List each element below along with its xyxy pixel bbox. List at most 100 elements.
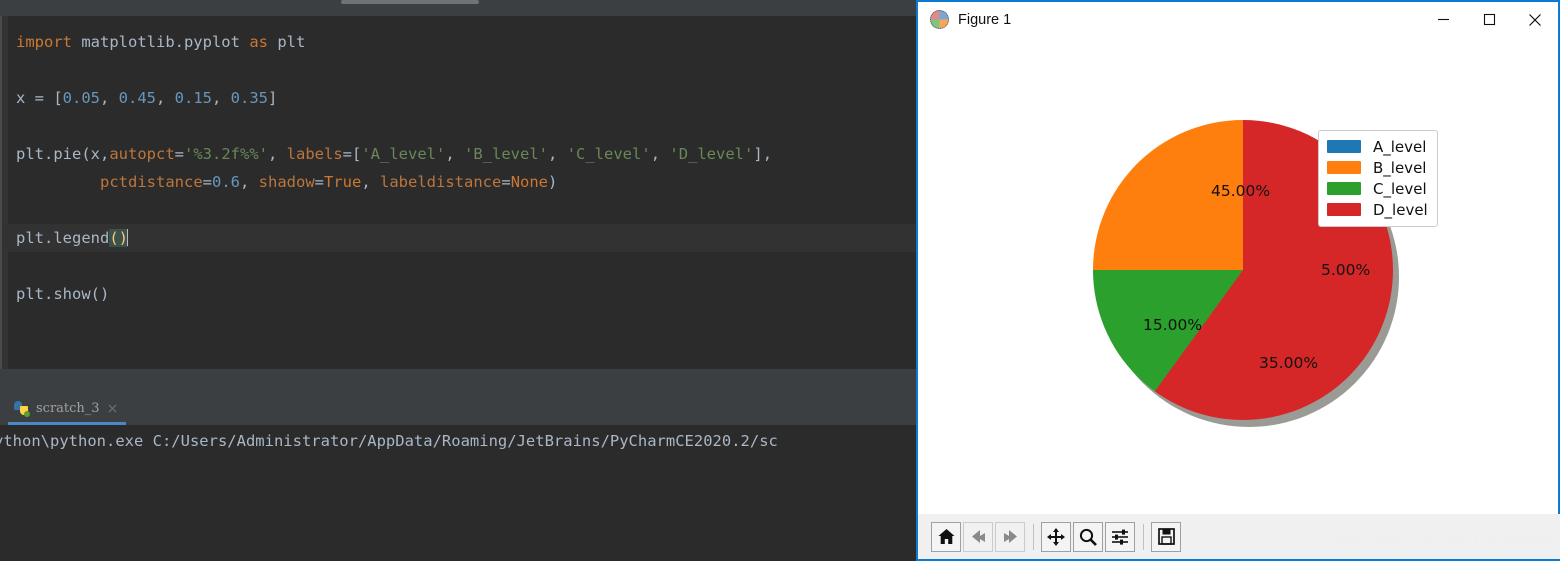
pycharm-ide-panel: import matplotlib.pyplot as plt x = [0.0… <box>0 0 918 561</box>
figure-canvas[interactable]: 5.00% 45.00% 15.00% 35.00% A_level B_level C_… <box>918 37 1558 514</box>
code-token: 'C_level' <box>566 145 651 163</box>
run-tab-label: scratch_3 <box>36 401 100 416</box>
code-token: ) <box>548 173 558 191</box>
code-line: plt.legend() <box>2 224 918 252</box>
code-token: 0.15 <box>174 89 212 107</box>
code-token: , <box>212 89 231 107</box>
code-token: 'A_level' <box>361 145 446 163</box>
code-token: labels <box>286 145 343 163</box>
code-token: 0.6 <box>212 173 240 191</box>
editor-gutter <box>2 16 8 369</box>
code-token: x = [ <box>16 89 63 107</box>
legend-entry: A_level <box>1327 136 1428 157</box>
code-token: , <box>445 145 465 163</box>
run-tab-scratch_3[interactable]: scratch_3 × <box>8 395 127 425</box>
code-token: 0.45 <box>118 89 156 107</box>
screen: import matplotlib.pyplot as plt x = [0.0… <box>0 0 1560 561</box>
code-token: =[ <box>342 145 362 163</box>
code-token: autopct <box>109 145 175 163</box>
legend-color-swatch <box>1327 182 1361 195</box>
pan-icon[interactable] <box>1041 521 1071 552</box>
back-arrow-icon[interactable] <box>963 521 993 552</box>
code-token: import <box>16 33 82 51</box>
run-console[interactable]: ython\python.exe C:/Users/Administrator/… <box>0 425 916 561</box>
tool-window-spacer <box>0 369 916 395</box>
code-line: plt.pie(x,autopct='%3.2f%%', labels=['A_… <box>16 140 916 168</box>
chart-legend: A_level B_level C_level D_level <box>1318 130 1438 227</box>
toolbar-separator <box>1033 523 1034 550</box>
code-token: plt.pie(x, <box>16 145 110 163</box>
horizontal-scrollbar[interactable] <box>341 0 479 4</box>
code-editor[interactable]: import matplotlib.pyplot as plt x = [0.0… <box>0 16 918 369</box>
legend-entry: D_level <box>1327 199 1428 220</box>
close-icon[interactable]: × <box>107 402 119 416</box>
code-token: plt <box>277 33 306 51</box>
code-token: 0.35 <box>230 89 268 107</box>
toolbar-separator <box>1143 523 1144 550</box>
code-line: import matplotlib.pyplot as plt <box>16 28 916 56</box>
legend-color-swatch <box>1327 140 1361 153</box>
code-token: plt.legend <box>16 229 110 247</box>
code-token: 'D_level' <box>669 145 754 163</box>
code-token: ] <box>268 89 278 107</box>
text-caret <box>127 229 128 246</box>
legend-label: A_level <box>1373 137 1427 156</box>
legend-entry: B_level <box>1327 157 1428 178</box>
code-token: as <box>249 33 278 51</box>
code-token: labeldistance <box>380 173 502 191</box>
code-line: x = [0.05, 0.45, 0.15, 0.35] <box>16 84 916 112</box>
minimize-icon[interactable] <box>1420 2 1466 37</box>
pie-slice-percent-label: 5.00% <box>1321 261 1371 279</box>
code-token: '%3.2f%%' <box>184 145 268 163</box>
code-token: True <box>324 173 362 191</box>
pie-slice-percent-label: 35.00% <box>1259 354 1319 372</box>
maximize-icon[interactable] <box>1466 2 1512 37</box>
code-token: , <box>156 89 175 107</box>
code-token: ], <box>753 145 773 163</box>
close-icon[interactable] <box>1512 2 1558 37</box>
window-title: Figure 1 <box>958 11 1012 28</box>
code-token: , <box>100 89 119 107</box>
code-token: , <box>240 173 259 191</box>
matplotlib-icon <box>930 10 949 29</box>
save-icon[interactable] <box>1151 521 1181 552</box>
window-titlebar[interactable]: Figure 1 <box>918 2 1558 37</box>
code-token: matplotlib.pyplot <box>81 33 250 51</box>
legend-color-swatch <box>1327 161 1361 174</box>
forward-arrow-icon[interactable] <box>995 521 1025 552</box>
code-token: , <box>268 145 287 163</box>
window-controls <box>1420 2 1558 37</box>
code-token: pctdistance <box>100 173 203 191</box>
matplotlib-figure-window: Figure 1 5.00% 45.00% 15.00% 35.00% A_level <box>916 0 1560 561</box>
code-token: None <box>510 173 549 191</box>
zoom-rect-icon[interactable] <box>1073 521 1103 552</box>
legend-color-swatch <box>1327 203 1361 216</box>
code-token: = <box>501 173 511 191</box>
code-token: 0.05 <box>62 89 100 107</box>
editor-top-strip <box>0 0 916 16</box>
legend-label: C_level <box>1373 179 1427 198</box>
console-output-line: ython\python.exe C:/Users/Administrator/… <box>0 432 778 450</box>
python-icon <box>14 401 30 417</box>
code-token: plt.show() <box>16 285 110 303</box>
pie-slice-percent-label: 45.00% <box>1211 182 1271 200</box>
code-token: 'B_level' <box>464 145 549 163</box>
run-tool-window-tabbar: scratch_3 × <box>0 395 916 425</box>
legend-label: D_level <box>1373 200 1428 219</box>
legend-label: B_level <box>1373 158 1427 177</box>
code-line: pctdistance=0.6, shadow=True, labeldista… <box>16 168 916 196</box>
pie-slice-percent-label: 15.00% <box>1143 316 1203 334</box>
code-token: , <box>548 145 567 163</box>
home-icon[interactable] <box>931 521 961 552</box>
code-text: import matplotlib.pyplot as plt x = [0.0… <box>2 28 918 308</box>
code-token: , <box>361 173 381 191</box>
matplotlib-navigation-toolbar: https://blog.csdn.net/chongbaikaishi <box>918 514 1560 559</box>
legend-entry: C_level <box>1327 178 1428 199</box>
configure-subplots-icon[interactable] <box>1105 521 1135 552</box>
code-token: , <box>650 145 670 163</box>
code-token: = <box>202 173 212 191</box>
